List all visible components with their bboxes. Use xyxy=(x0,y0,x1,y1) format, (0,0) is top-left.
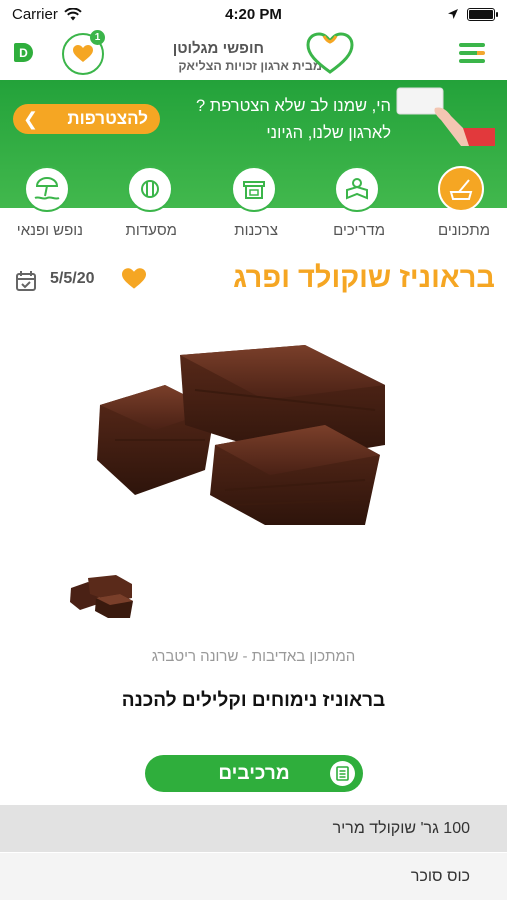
leisure-icon xyxy=(34,177,60,200)
restaurant-icon xyxy=(141,180,159,198)
category-recipes-button[interactable] xyxy=(438,166,484,212)
shop-icon xyxy=(243,181,265,199)
ingredient-row: כוס סוכר xyxy=(0,853,507,900)
ingredients-button-label: מרכיבים xyxy=(218,762,290,784)
favorite-heart-icon[interactable] xyxy=(122,268,146,290)
wifi-icon xyxy=(64,7,82,20)
app-header: D 1 חופשי מגלוטן מבית ארגון זכויות הצליא… xyxy=(0,28,507,80)
membership-card-icon xyxy=(396,87,495,146)
category-icons xyxy=(0,166,507,212)
category-labels: מתכונים מדריכים צרכנות מסעדות נופש ופנאי xyxy=(0,218,507,248)
favorites-count-badge: 1 xyxy=(90,30,105,45)
hamburger-menu-button[interactable] xyxy=(459,43,485,63)
chevron-left-icon: ❮ xyxy=(23,108,39,129)
battery-icon xyxy=(467,7,498,21)
recipe-thumbnail[interactable] xyxy=(68,570,136,622)
join-banner-text: הי, שמנו לב שלא הצטרפת ? לארגון שלנו, הג… xyxy=(196,97,391,142)
recipe-credit: המתכון באדיבות - שרונה ריטברג xyxy=(151,648,356,665)
list-icon xyxy=(330,761,355,786)
status-bar: Carrier 4:20 PM xyxy=(0,0,507,28)
join-button[interactable]: ❮ להצטרפות xyxy=(13,104,160,134)
location-arrow-icon xyxy=(448,9,458,19)
ingredients-button[interactable]: מרכיבים xyxy=(145,755,363,792)
join-banner: ❮ להצטרפות הי, שמנו לב שלא הצטרפת ? לארג… xyxy=(0,80,507,212)
join-button-label: להצטרפות xyxy=(67,109,148,128)
recipes-icon xyxy=(449,179,473,200)
logo-heart-icon xyxy=(306,32,354,74)
recipe-image[interactable] xyxy=(95,330,395,530)
category-label-recipes[interactable]: מתכונים xyxy=(438,222,490,239)
page-title: בראוניז שוקולד ופרג xyxy=(233,262,495,294)
ingredient-row: 100 גר' שוקולד מריר xyxy=(0,805,507,852)
category-leisure-button[interactable] xyxy=(24,166,70,212)
logo-subtitle: מבית ארגון זכויות הצליאק xyxy=(178,59,322,73)
calendar-icon xyxy=(16,271,36,291)
recipe-date: 5/5/20 xyxy=(50,270,95,287)
category-label-restaurants[interactable]: מסעדות xyxy=(126,222,177,239)
favorites-button[interactable]: 1 xyxy=(62,30,105,75)
recipe-title-row: 5/5/20 בראוניז שוקולד ופרג xyxy=(0,258,507,302)
category-label-leisure[interactable]: נופש ופנאי xyxy=(17,222,83,239)
guides-icon xyxy=(346,178,368,200)
category-label-guides[interactable]: מדריכים xyxy=(333,222,385,239)
logo-title: חופשי מגלוטן xyxy=(172,40,264,57)
category-restaurants-button[interactable] xyxy=(127,166,173,212)
heart-icon xyxy=(73,45,93,62)
carrier-label: Carrier xyxy=(12,5,58,23)
brand-badge[interactable]: D xyxy=(14,43,33,62)
category-shopping-button[interactable] xyxy=(231,166,277,212)
category-guides-button[interactable] xyxy=(334,166,380,212)
logo[interactable]: חופשי מגלוטן מבית ארגון זכויות הצליאק xyxy=(150,30,360,80)
recipe-subtitle: בראוניז נימוחים וקלילים להכנה xyxy=(121,690,386,711)
category-label-shopping[interactable]: צרכנות xyxy=(234,222,278,239)
